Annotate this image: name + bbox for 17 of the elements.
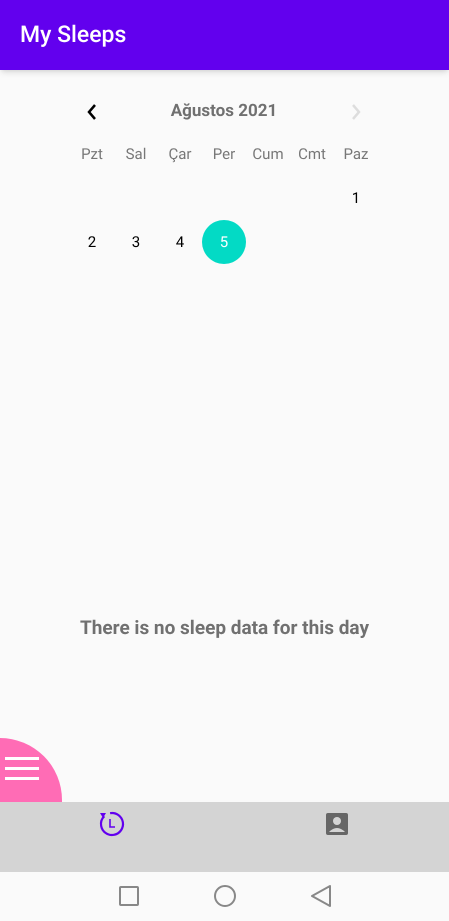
empty-message: There is no sleep data for this day <box>80 615 370 641</box>
weekday-label: Per <box>212 144 236 165</box>
weekday-label: Sal <box>124 144 148 165</box>
app-title: My Sleeps <box>20 20 126 50</box>
weekday-label: Cum <box>251 144 285 165</box>
calendar-day[interactable]: 3 <box>114 220 158 264</box>
month-title: Ağustos 2021 <box>170 100 278 124</box>
weekday-label: Cmt <box>297 144 327 165</box>
calendar-day[interactable]: 1 <box>334 176 378 220</box>
history-tab[interactable] <box>98 810 126 838</box>
calendar-day[interactable]: 4 <box>158 220 202 264</box>
menu-icon <box>5 757 39 781</box>
weekday-label: Çar <box>167 144 192 165</box>
weekday-label: Pzt <box>80 144 104 165</box>
weekday-label: Paz <box>342 144 370 165</box>
chevron-left-icon <box>85 103 99 121</box>
calendar-day[interactable]: 2 <box>70 220 114 264</box>
